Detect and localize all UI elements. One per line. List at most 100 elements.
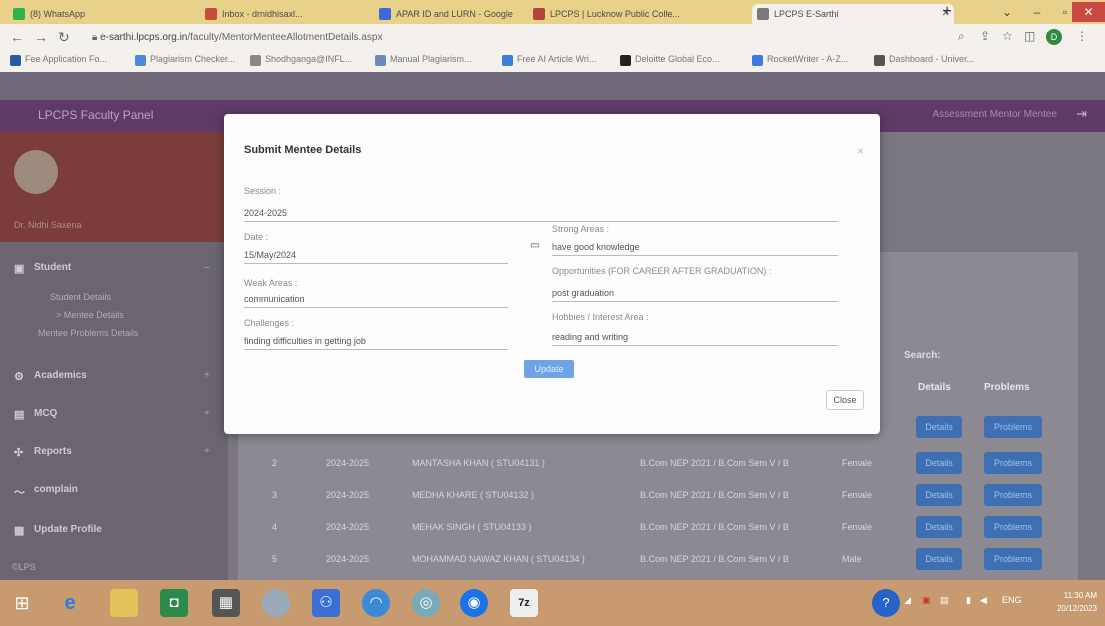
header-link[interactable]: Assessment Mentor Mentee <box>933 109 1058 120</box>
bookmark-item[interactable]: Manual Plagiarism... <box>375 54 472 66</box>
ie-browser-icon[interactable]: e <box>56 589 84 617</box>
details-button[interactable]: Details <box>916 416 962 438</box>
edge-icon[interactable]: ◠ <box>362 589 390 617</box>
bookmark-item[interactable]: Deloitte Global Eco... <box>620 54 720 66</box>
problems-button[interactable]: Problems <box>984 416 1042 438</box>
bookmark-item[interactable]: Plagiarism Checker... <box>135 54 235 66</box>
challenges-label: Challenges : <box>244 318 295 328</box>
sidebar-footer: ©LPS <box>12 562 36 572</box>
url-field[interactable]: 🔒︎ e-sarthi.lpcps.org.in/faculty/MentorM… <box>92 29 942 46</box>
new-tab-icon[interactable]: + <box>930 2 964 22</box>
strong-areas-field[interactable]: have good knowledge <box>552 242 838 256</box>
sidebar-subitem-student-details[interactable]: Student Details <box>50 292 111 302</box>
sidebar-item-reports[interactable]: ✣ Reports + <box>14 446 210 459</box>
sidebar-item-student[interactable]: ▣ Student – <box>14 262 210 275</box>
challenges-field[interactable]: finding difficulties in getting job <box>244 336 508 350</box>
language-indicator[interactable]: ENG <box>1002 595 1022 605</box>
row-sno: 4 <box>272 522 278 532</box>
update-button[interactable]: Update <box>524 360 574 378</box>
details-button[interactable]: Details <box>916 516 962 538</box>
browser-tab-whatsapp[interactable]: (8) WhatsApp ✕ <box>8 4 220 24</box>
browser-tab-lpcps[interactable]: LPCPS | Lucknow Public Colle... ✕ <box>528 4 772 24</box>
logout-icon[interactable]: ⇥ <box>1076 106 1087 122</box>
browser-tab-esarthi[interactable]: LPCPS E-Sarthi ✕ <box>752 4 954 24</box>
bookmark-item[interactable]: Free AI Article Wri... <box>502 54 596 66</box>
security-icon[interactable]: ▣ <box>922 595 931 606</box>
sidebar-item-mcq[interactable]: ▤ MCQ + <box>14 408 210 421</box>
problems-button[interactable]: Problems <box>984 516 1042 538</box>
details-button[interactable]: Details <box>916 548 962 570</box>
column-header-details[interactable]: Details <box>918 382 951 393</box>
sidebar-subitem-mentee-details[interactable]: > Mentee Details <box>56 310 124 320</box>
problems-button[interactable]: Problems <box>984 484 1042 506</box>
date-field[interactable]: 15/May/2024 <box>244 250 508 264</box>
tab-label: Inbox - drnidhisaxl... <box>222 9 303 19</box>
browser-tab-google[interactable]: APAR ID and LURN - Google ✕ <box>374 4 546 24</box>
help-icon[interactable]: ? <box>872 589 900 617</box>
bookmark-icon <box>250 55 261 66</box>
file-explorer-icon[interactable] <box>110 589 138 617</box>
store-icon[interactable]: ◘ <box>160 589 188 617</box>
reload-icon[interactable]: ↻ <box>58 29 70 46</box>
windows-start-icon[interactable]: ⊞ <box>8 589 36 617</box>
system-clock[interactable]: 11:30 AM 20/12/2023 <box>1057 589 1097 615</box>
opportunities-field[interactable]: post graduation <box>552 288 838 302</box>
zoom-icon[interactable]: ⌕ <box>958 29 965 44</box>
details-button[interactable]: Details <box>916 452 962 474</box>
details-button[interactable]: Details <box>916 484 962 506</box>
sidebar-item-academics[interactable]: ⚙︎ Academics + <box>14 370 210 383</box>
browser-tab-bar: (8) WhatsApp ✕ Inbox - drnidhisaxl... ✕ … <box>0 0 1105 24</box>
problems-button[interactable]: Problems <box>984 452 1042 474</box>
minus-icon: – <box>204 262 210 273</box>
back-arrow-icon[interactable]: ← <box>10 29 24 45</box>
app-icon[interactable]: ⚇ <box>312 589 340 617</box>
plus-icon: + <box>204 370 210 381</box>
forward-arrow-icon[interactable]: → <box>34 29 48 45</box>
strong-areas-label: Strong Areas : <box>552 224 610 234</box>
media-icon[interactable]: ▦ <box>212 589 240 617</box>
network-icon[interactable]: ◢ <box>904 595 911 606</box>
profile-avatar-icon[interactable]: D <box>1046 29 1062 45</box>
column-header-problems[interactable]: Problems <box>984 382 1030 393</box>
bookmark-item[interactable]: Dashboard - Univer... <box>874 54 975 66</box>
notification-icon[interactable]: ▤ <box>940 595 949 606</box>
table-row: 2 2024-2025 MANTASHA KHAN ( STU04131 ) B… <box>258 452 1078 476</box>
app-brand[interactable]: LPCPS Faculty Panel <box>38 108 153 122</box>
weak-areas-field[interactable]: communication <box>244 294 508 308</box>
clock-date: 20/12/2023 <box>1056 604 1097 613</box>
bookmark-icon <box>874 55 885 66</box>
close-icon[interactable]: × <box>857 144 864 158</box>
sidebar-item-complain[interactable]: 〜 complain <box>14 484 78 499</box>
7zip-icon[interactable]: 7z <box>510 589 538 617</box>
sidebar: Dr. Nidhi Saxena ▣ Student – Student Detai… <box>0 132 228 580</box>
bookmark-item[interactable]: RocketWriter - A-Z... <box>752 54 848 66</box>
hobbies-field[interactable]: reading and writing <box>552 332 838 346</box>
sidepanel-icon[interactable]: ◫ <box>1024 29 1035 43</box>
chrome-icon[interactable]: ◉ <box>460 589 488 617</box>
battery-icon[interactable]: ▮ <box>966 595 971 606</box>
date-label: Date : <box>244 232 269 242</box>
star-icon[interactable]: ☆ <box>1002 29 1013 43</box>
close-window-icon[interactable]: ✕ <box>1072 2 1105 22</box>
volume-icon[interactable]: ◀︎ <box>980 595 987 606</box>
calendar-icon[interactable]: ▭ <box>530 240 539 251</box>
bookmark-item[interactable]: Fee Application Fo... <box>10 54 107 66</box>
chevron-down-icon[interactable]: ⌄ <box>990 2 1024 22</box>
bookmark-label: Dashboard - Univer... <box>889 54 975 64</box>
sidebar-subitem-mentee-problems[interactable]: Mentee Problems Details <box>38 328 139 338</box>
address-bar-row: ← → ↻ 🔒︎ e-sarthi.lpcps.org.in/faculty/M… <box>0 24 1105 50</box>
google-icon <box>379 8 391 20</box>
session-field[interactable]: 2024-2025 <box>244 208 838 222</box>
media-player-icon[interactable] <box>262 589 290 617</box>
share-icon[interactable]: ⇪ <box>980 29 990 43</box>
tab-label: (8) WhatsApp <box>30 9 86 19</box>
bookmark-item[interactable]: Shodhganga@INFL... <box>250 54 352 66</box>
settings-app-icon[interactable]: ◎ <box>412 589 440 617</box>
bookmark-icon <box>135 55 146 66</box>
kebab-menu-icon[interactable]: ⋮ <box>1076 29 1088 43</box>
browser-tab-gmail[interactable]: Inbox - drnidhisaxl... ✕ <box>200 4 392 24</box>
sidebar-item-update-profile[interactable]: ▦ Update Profile <box>14 524 102 537</box>
row-session: 2024-2025 <box>326 554 370 564</box>
problems-button[interactable]: Problems <box>984 548 1042 570</box>
close-button[interactable]: Close <box>826 390 864 410</box>
